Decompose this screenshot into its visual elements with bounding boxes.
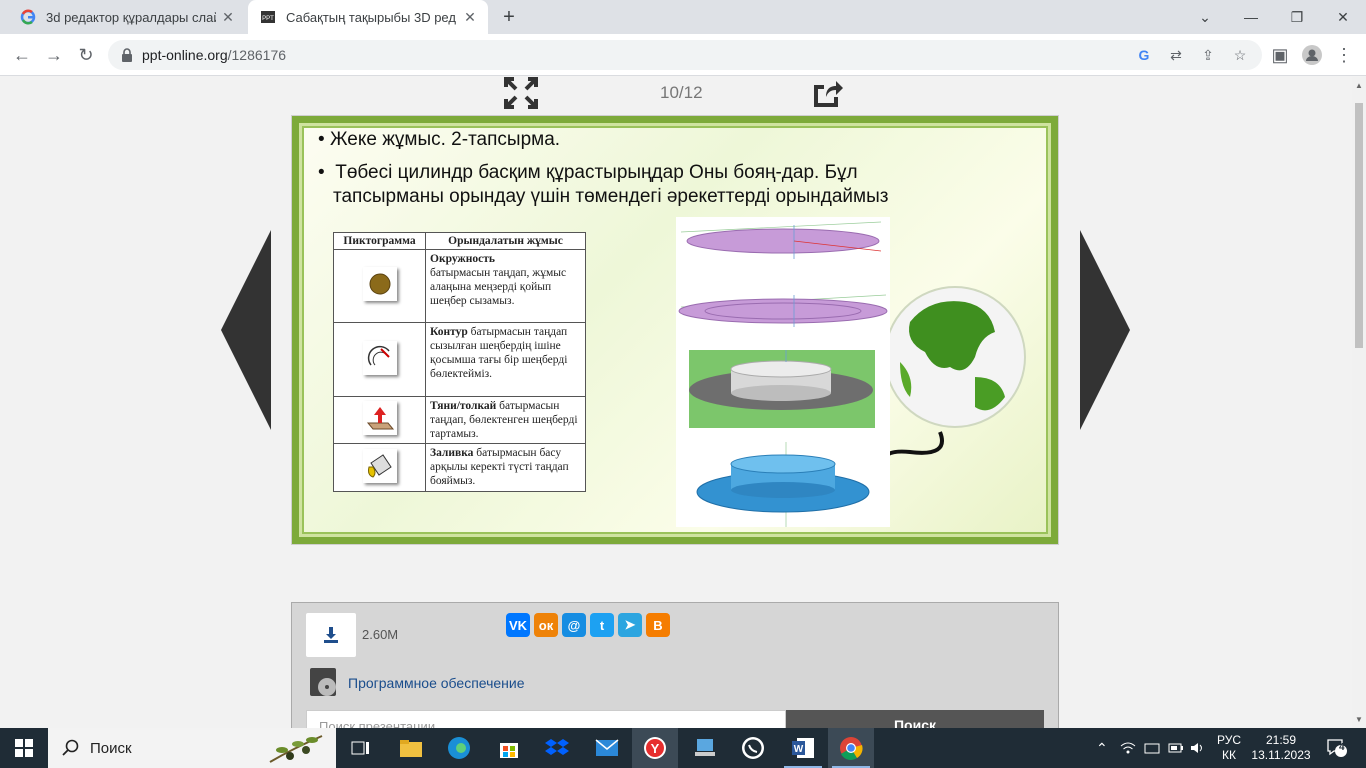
profile-avatar-icon[interactable]	[1300, 43, 1324, 67]
reload-button[interactable]: ↻	[74, 43, 98, 67]
task-view-icon[interactable]	[338, 728, 384, 768]
viewer-controls: 10/12	[500, 77, 860, 113]
taskbar-search-box[interactable]: Поиск	[48, 728, 336, 768]
share-blogger-button[interactable]: B	[646, 613, 670, 637]
next-slide-arrow[interactable]	[1080, 230, 1130, 430]
share-telegram-button[interactable]: ➤	[618, 613, 642, 637]
scroll-down-icon[interactable]: ▼	[1355, 715, 1363, 724]
tab-3d-editor[interactable]: 3d редактор құралдары слайд ✕	[8, 0, 246, 34]
category-link[interactable]: Программное обеспечение	[348, 675, 525, 691]
word-icon[interactable]: W	[780, 728, 826, 768]
slide-bullet-2-cont: тапсырманы орындау үшін төмендегі әрекет…	[333, 186, 889, 207]
browser-toolbar: ← → ↻ ppt-online.org/1286176 G ⇄ ⇪ ☆ ▣ ⋮	[0, 34, 1366, 76]
download-button[interactable]	[306, 613, 356, 657]
bookmark-star-icon[interactable]: ☆	[1230, 45, 1250, 65]
browser-tab-strip: 3d редактор құралдары слайд ✕ PPT Сабақт…	[0, 0, 1366, 34]
input-language-indicator[interactable]: РУС КК	[1212, 728, 1246, 768]
push-pull-tool-icon	[362, 401, 397, 435]
share-twitter-button[interactable]: t	[590, 613, 614, 637]
table-header: Пиктограмма	[333, 232, 426, 250]
table-row: Окружность батырмасын таңдап, жұмыс алаңы…	[333, 249, 586, 323]
google-lens-icon[interactable]: G	[1134, 45, 1154, 65]
previous-slide-arrow[interactable]	[221, 230, 271, 430]
contour-tool-icon	[362, 340, 397, 375]
presentation-info-panel: 2.60M VK ок @ t ➤ B Программное обеспече…	[291, 602, 1059, 728]
file-size: 2.60M	[362, 627, 399, 642]
windows-logo-icon	[15, 739, 33, 757]
download-icon	[324, 627, 338, 643]
lock-icon	[122, 48, 132, 62]
svg-text:Y: Y	[651, 741, 660, 756]
store-icon[interactable]	[486, 728, 532, 768]
table-row: Контур батырмасын таңдап сызылған шеңбер…	[333, 322, 586, 397]
scroll-up-icon[interactable]: ▲	[1355, 81, 1363, 90]
olive-branch-icon	[269, 735, 323, 763]
search-presentations-input[interactable]: Поиск презентации	[306, 710, 786, 728]
wifi-icon[interactable]	[1120, 728, 1136, 768]
file-explorer-icon[interactable]	[388, 728, 434, 768]
whatsapp-icon[interactable]	[730, 728, 776, 768]
globe-image	[883, 286, 1026, 457]
svg-text:PPT: PPT	[262, 16, 274, 22]
url-text: ppt-online.org/1286176	[142, 47, 287, 63]
tab-title: 3d редактор құралдары слайд	[46, 9, 216, 25]
table-row: Тяни/толкай батырмасын таңдап, бөлектенг…	[333, 396, 586, 444]
edge-icon[interactable]	[436, 728, 482, 768]
windows-taskbar: Поиск Y W ⌃ РУС КК 21:59 13.11.2023 4	[0, 728, 1366, 768]
dropbox-icon[interactable]	[534, 728, 580, 768]
pictogram-table: Пиктограмма Орындалатын жұмыс Окружность…	[333, 232, 586, 492]
network-app-icon[interactable]	[682, 728, 728, 768]
search-label: Поиск	[90, 739, 132, 757]
mail-icon[interactable]	[584, 728, 630, 768]
translate-icon[interactable]: ⇄	[1166, 45, 1186, 65]
clock[interactable]: 21:59 13.11.2023	[1250, 728, 1312, 768]
share-slide-icon[interactable]	[810, 77, 844, 109]
search-icon	[62, 739, 79, 756]
volume-icon[interactable]	[1190, 728, 1206, 768]
ppt-favicon-icon: PPT	[260, 9, 276, 25]
fullscreen-icon[interactable]	[504, 77, 538, 109]
side-panel-icon[interactable]: ▣	[1268, 43, 1292, 67]
tab-title: Сабақтың тақырыбы 3D редакт	[286, 9, 456, 25]
search-button[interactable]: Поиск	[786, 710, 1044, 728]
circle-tool-icon	[362, 267, 397, 301]
back-button[interactable]: ←	[10, 43, 34, 67]
share-vk-button[interactable]: VK	[506, 613, 530, 637]
network-status-icon[interactable]	[1144, 728, 1160, 768]
table-header: Орындалатын жұмыс	[425, 232, 586, 250]
page-scrollbar[interactable]: ▲ ▼	[1352, 77, 1366, 728]
new-tab-button[interactable]: +	[498, 6, 520, 28]
share-ok-button[interactable]: ок	[534, 613, 558, 637]
restore-button[interactable]: ❐	[1274, 0, 1320, 34]
windows-start-button[interactable]	[0, 728, 48, 768]
minimize-button[interactable]: —	[1228, 0, 1274, 34]
close-icon[interactable]: ✕	[462, 9, 478, 25]
close-window-button[interactable]: ✕	[1320, 0, 1366, 34]
close-icon[interactable]: ✕	[220, 9, 236, 25]
software-category-icon	[310, 668, 336, 696]
tab-search-chevron-icon[interactable]: ⌄	[1182, 0, 1228, 34]
battery-icon[interactable]	[1168, 728, 1184, 768]
slide-bullet-2: • Төбесі цилиндр басқим құрастырыңдар Он…	[318, 162, 858, 183]
menu-kebab-icon[interactable]: ⋮	[1332, 43, 1356, 67]
fill-tool-icon	[362, 448, 397, 483]
slide-bullet-1: • Жеке жұмыс. 2-тапсырма.	[318, 129, 561, 150]
tab-lesson-topic[interactable]: PPT Сабақтың тақырыбы 3D редакт ✕	[248, 0, 488, 34]
scrollbar-thumb[interactable]	[1355, 103, 1363, 348]
notification-count: 4	[1339, 742, 1345, 753]
notification-center-icon[interactable]: 4	[1322, 728, 1352, 768]
google-icon	[20, 9, 36, 25]
share-moimir-button[interactable]: @	[562, 613, 586, 637]
table-row: Заливка батырмасын басу арқылы керекті т…	[333, 443, 586, 492]
share-page-icon[interactable]: ⇪	[1198, 45, 1218, 65]
yandex-browser-icon[interactable]: Y	[632, 728, 678, 768]
forward-button[interactable]: →	[42, 43, 66, 67]
address-bar[interactable]: ppt-online.org/1286176 G ⇄ ⇪ ☆	[108, 40, 1262, 70]
page-indicator: 10/12	[660, 83, 703, 102]
cylinder-steps-diagram	[676, 217, 890, 527]
chrome-icon[interactable]	[828, 728, 874, 768]
svg-text:W: W	[794, 744, 804, 755]
page-content: 10/12 • Жеке жұмыс. 2-тапсырма. • Төбесі…	[0, 77, 1352, 728]
tray-chevron-icon[interactable]: ⌃	[1096, 728, 1108, 768]
